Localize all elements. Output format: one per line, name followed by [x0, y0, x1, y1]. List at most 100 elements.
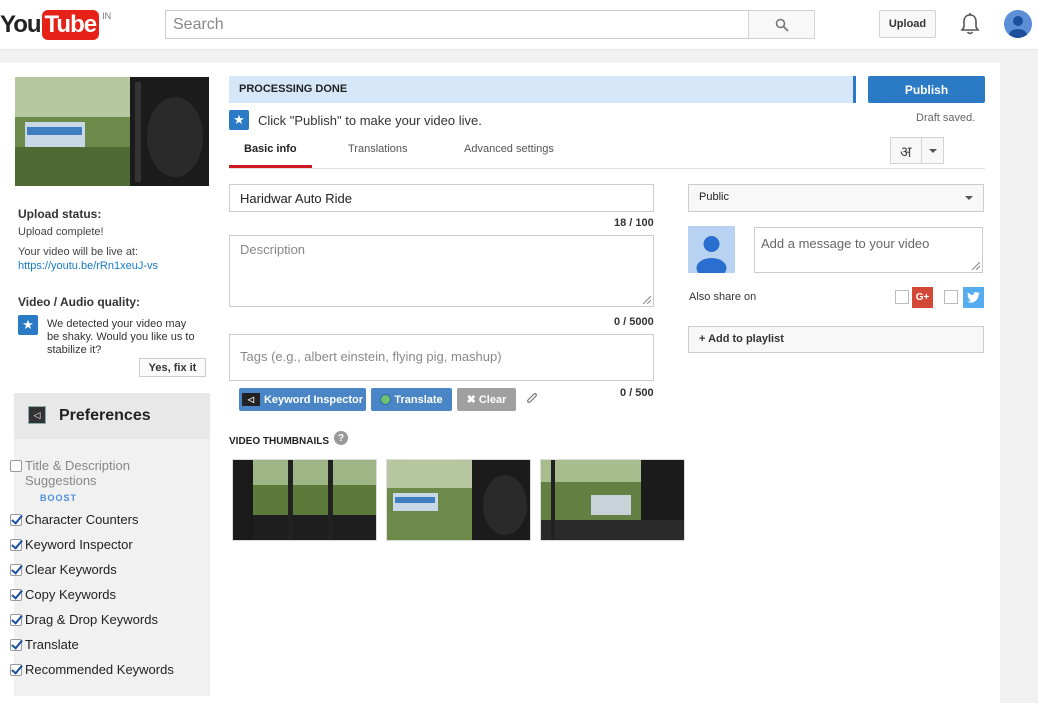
- search-input[interactable]: Search: [165, 10, 749, 39]
- checkbox[interactable]: [10, 460, 22, 472]
- help-icon[interactable]: ?: [334, 431, 348, 445]
- thumbnail-option-3[interactable]: [540, 459, 685, 541]
- checkbox[interactable]: [10, 514, 22, 526]
- description-input[interactable]: Description: [229, 235, 654, 307]
- resize-handle-icon[interactable]: [972, 262, 980, 270]
- fix-it-button[interactable]: Yes, fix it: [139, 358, 206, 377]
- thumbnail-option-1[interactable]: [232, 459, 377, 541]
- checkbox[interactable]: [10, 539, 22, 551]
- pref-clear-keywords[interactable]: Clear Keywords: [10, 562, 117, 577]
- live-at-label: Your video will be live at:: [18, 246, 139, 258]
- pref-keyword-inspector[interactable]: Keyword Inspector: [10, 537, 133, 552]
- language-glyph: अ: [900, 144, 912, 161]
- pref-label: Character Counters: [25, 512, 139, 527]
- quality-title: Video / Audio quality:: [18, 295, 141, 309]
- resize-handle-icon[interactable]: [643, 296, 651, 304]
- language-selector[interactable]: अ: [890, 137, 944, 164]
- pref-label: Clear Keywords: [25, 562, 117, 577]
- pref-label: Translate: [25, 637, 79, 652]
- twitter-share-checkbox[interactable]: [944, 290, 958, 304]
- privacy-select[interactable]: Public: [688, 184, 984, 212]
- processing-status-bar: PROCESSING DONE: [229, 76, 856, 103]
- keyword-inspector-label: Keyword Inspector: [263, 393, 364, 406]
- search-icon: [775, 18, 789, 32]
- tab-translations[interactable]: Translations: [348, 143, 408, 155]
- thumbnail-option-2[interactable]: [386, 459, 531, 541]
- chevron-down-icon: [929, 149, 937, 153]
- right-gutter: [1000, 50, 1038, 696]
- preferences-title: Preferences: [59, 407, 151, 424]
- checkbox[interactable]: [10, 614, 22, 626]
- pref-label: Title & Description Suggestions: [25, 458, 130, 488]
- share-message-input[interactable]: Add a message to your video: [754, 227, 983, 273]
- star-icon: ★: [229, 110, 249, 130]
- thumbnail-image: [541, 460, 684, 540]
- pref-label: Copy Keywords: [25, 587, 117, 602]
- pref-character-counters[interactable]: Character Counters: [10, 512, 138, 527]
- logo-you-text: You: [0, 11, 42, 38]
- tab-advanced-settings[interactable]: Advanced settings: [464, 143, 554, 155]
- also-share-label: Also share on: [689, 291, 757, 303]
- description-counter: 0 / 5000: [614, 316, 654, 328]
- title-counter: 18 / 100: [614, 217, 654, 229]
- add-to-playlist-button[interactable]: + Add to playlist: [688, 326, 984, 353]
- shaky-message: We detected your video may be shaky. Wou…: [47, 318, 195, 356]
- top-header: You Tube IN Search Upload: [0, 0, 1038, 50]
- thumbnail-image: [387, 460, 530, 540]
- google-plus-icon: G+: [912, 287, 933, 308]
- video-thumbnails-label: VIDEO THUMBNAILS: [229, 436, 329, 447]
- google-plus-share-checkbox[interactable]: [895, 290, 909, 304]
- video-preview-thumbnail[interactable]: [15, 77, 209, 186]
- thumbnail-image: [233, 460, 376, 540]
- preferences-header: ◁ Preferences: [14, 393, 210, 439]
- account-avatar[interactable]: [1004, 10, 1032, 38]
- globe-icon: [380, 394, 392, 405]
- pref-title-description-suggestions[interactable]: Title & Description Suggestions: [10, 458, 170, 488]
- logo-tube-text: Tube: [41, 10, 100, 40]
- tags-placeholder: Tags (e.g., albert einstein, flying pig,…: [240, 349, 502, 364]
- vidiq-icon: ◁: [28, 406, 46, 424]
- paperclip-icon[interactable]: [526, 392, 538, 406]
- privacy-value: Public: [699, 191, 729, 203]
- star-icon: ★: [18, 315, 38, 335]
- twitter-icon: [963, 287, 984, 308]
- pref-label: Recommended Keywords: [25, 662, 174, 677]
- checkbox[interactable]: [10, 639, 22, 651]
- checkbox[interactable]: [10, 664, 22, 676]
- tab-basic-info[interactable]: Basic info: [244, 143, 297, 155]
- pref-translate[interactable]: Translate: [10, 637, 79, 652]
- publish-button[interactable]: Publish: [868, 76, 985, 103]
- tags-input[interactable]: Tags (e.g., albert einstein, flying pig,…: [229, 334, 654, 381]
- divider: [921, 138, 922, 163]
- translate-button[interactable]: Translate: [371, 388, 452, 411]
- pref-recommended-keywords[interactable]: Recommended Keywords: [10, 662, 174, 677]
- youtube-logo[interactable]: You Tube IN: [0, 10, 111, 40]
- checkbox[interactable]: [10, 564, 22, 576]
- upload-complete-text: Upload complete!: [18, 226, 104, 238]
- description-placeholder: Description: [240, 242, 306, 257]
- checkbox[interactable]: [10, 589, 22, 601]
- search-button[interactable]: [748, 10, 815, 39]
- upload-button[interactable]: Upload: [879, 10, 936, 38]
- video-preview-image: [15, 77, 209, 186]
- tab-divider: [229, 168, 985, 169]
- channel-avatar: [688, 226, 735, 273]
- pref-label: Drag & Drop Keywords: [25, 612, 158, 627]
- keyword-inspector-button[interactable]: ◁ Keyword Inspector: [239, 388, 366, 411]
- vidiq-icon: ◁: [241, 393, 260, 406]
- video-url-link[interactable]: https://youtu.be/rRn1xeuJ-vs: [18, 260, 158, 272]
- share-message-placeholder: Add a message to your video: [761, 236, 930, 251]
- title-input[interactable]: Haridwar Auto Ride: [229, 184, 654, 212]
- tags-counter: 0 / 500: [620, 387, 654, 399]
- notifications-bell-icon[interactable]: [959, 12, 981, 36]
- pref-drag-drop-keywords[interactable]: Drag & Drop Keywords: [10, 612, 158, 627]
- boost-badge[interactable]: BOOST: [40, 493, 77, 503]
- logo-region: IN: [102, 11, 112, 21]
- translate-label: Translate: [394, 393, 443, 406]
- pref-label: Keyword Inspector: [25, 537, 133, 552]
- draft-saved-text: Draft saved.: [916, 112, 976, 124]
- clear-button[interactable]: ✖ Clear: [457, 388, 516, 411]
- pref-copy-keywords[interactable]: Copy Keywords: [10, 587, 116, 602]
- publish-hint: Click "Publish" to make your video live.: [258, 113, 482, 128]
- user-avatar-icon: [1004, 10, 1032, 38]
